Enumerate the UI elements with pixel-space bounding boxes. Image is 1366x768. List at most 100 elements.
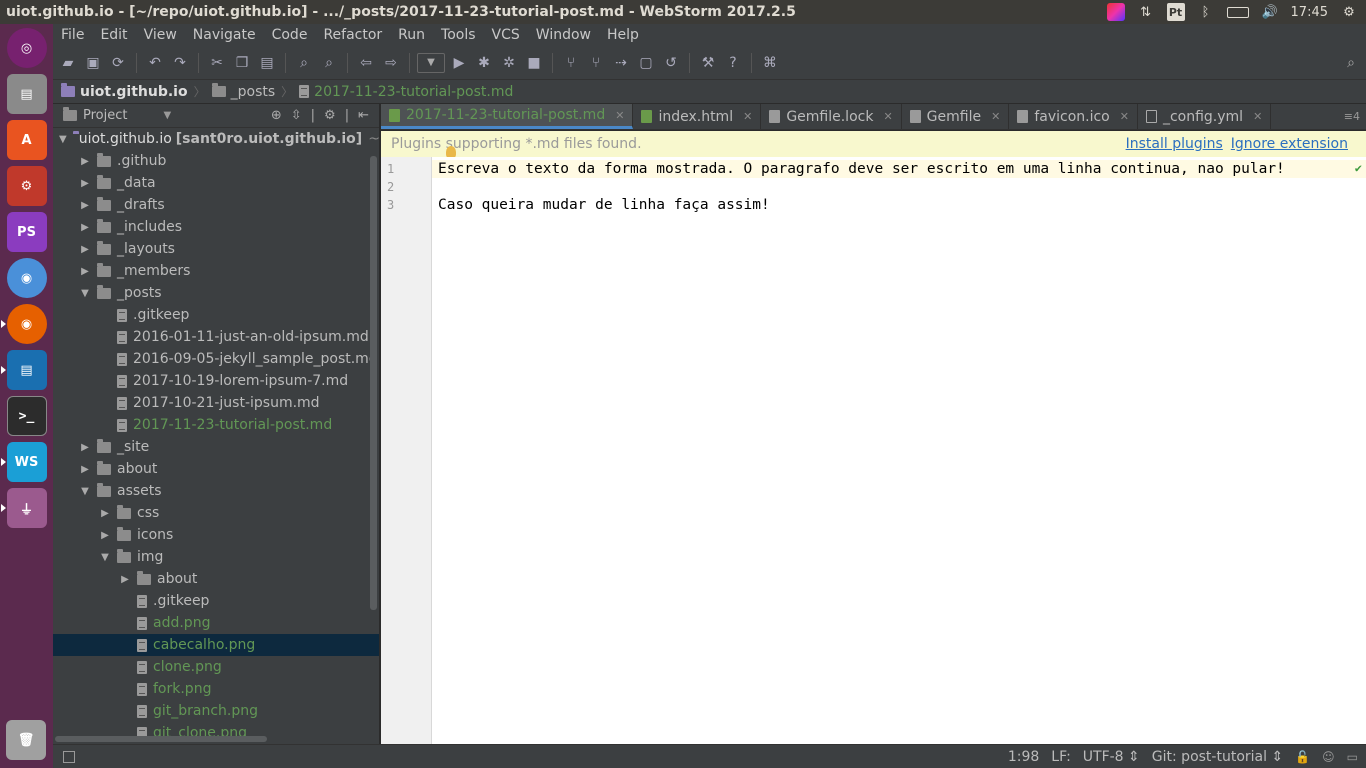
code-line[interactable] — [432, 178, 1366, 196]
menu-navigate[interactable]: Navigate — [185, 27, 264, 43]
tree-folder[interactable]: ▶ _data — [53, 172, 379, 194]
trash-icon[interactable]: 🗑 — [6, 720, 46, 760]
menu-view[interactable]: View — [136, 27, 185, 43]
tree-file[interactable]: ▶clone.png — [53, 656, 379, 678]
tree-file[interactable]: ▶git_branch.png — [53, 700, 379, 722]
collapse-arrow-icon[interactable]: ▶ — [79, 222, 91, 233]
tree-file[interactable]: ▶fork.png — [53, 678, 379, 700]
libreoffice-writer-icon[interactable]: ▤ — [0, 350, 47, 390]
close-tab-icon[interactable]: ✕ — [883, 110, 892, 123]
collapse-arrow-icon[interactable]: ▶ — [79, 244, 91, 255]
menu-help[interactable]: Help — [599, 27, 647, 43]
run-icon[interactable]: ▶ — [448, 52, 470, 74]
tree-folder[interactable]: ▶ _drafts — [53, 194, 379, 216]
close-tab-icon[interactable]: ✕ — [743, 110, 752, 123]
back-icon[interactable]: ⇦ — [355, 52, 377, 74]
tree-folder[interactable]: ▶ _layouts — [53, 238, 379, 260]
tree-file[interactable]: ▶2017-10-21-just-ipsum.md — [53, 392, 379, 414]
replace-icon[interactable]: ⌕ — [318, 52, 340, 74]
copy-icon[interactable]: ❐ — [231, 52, 253, 74]
editor-tab[interactable]: Gemfile ✕ — [902, 104, 1010, 129]
firefox-icon[interactable]: ◉ — [0, 304, 47, 344]
forward-icon[interactable]: ⇨ — [380, 52, 402, 74]
editor-tab[interactable]: Gemfile.lock ✕ — [761, 104, 902, 129]
close-tab-icon[interactable]: ✕ — [1253, 110, 1262, 123]
collapse-arrow-icon[interactable]: ▶ — [79, 464, 91, 475]
paste-icon[interactable]: ▤ — [256, 52, 278, 74]
search-everywhere-icon[interactable]: ⌕ — [1344, 52, 1366, 74]
terminal-icon[interactable]: >_ — [6, 396, 47, 436]
tree-file[interactable]: ▶2016-09-05-jekyll_sample_post.md — [53, 348, 379, 370]
editor-tab[interactable]: favicon.ico ✕ — [1009, 104, 1138, 129]
phpstorm-icon[interactable]: PS — [6, 212, 47, 252]
line-separator[interactable]: LF: — [1051, 749, 1070, 765]
tree-folder[interactable]: ▶ _includes — [53, 216, 379, 238]
caret-position[interactable]: 1:98 — [1008, 749, 1039, 765]
chrome-icon[interactable]: ◉ — [6, 258, 47, 298]
menu-file[interactable]: File — [53, 27, 92, 43]
code-line[interactable]: Escreva o texto da forma mostrada. O par… — [432, 160, 1366, 178]
plugin-icon[interactable]: ⌘ — [759, 52, 781, 74]
vcs-update-icon[interactable]: ⑂ — [560, 52, 582, 74]
locate-file-icon[interactable]: ⊕ — [271, 108, 282, 123]
chevron-down-icon[interactable]: ▼ — [163, 110, 171, 121]
menu-window[interactable]: Window — [528, 27, 599, 43]
bluetooth-icon[interactable]: ᛒ — [1197, 3, 1215, 21]
tree-file[interactable]: ▶.gitkeep — [53, 590, 379, 612]
tab-overflow-menu[interactable]: ≡ 4 — [1344, 104, 1366, 129]
editor-tab[interactable]: 2017-11-23-tutorial-post.md ✕ — [381, 104, 634, 129]
app-indicator-icon[interactable] — [1106, 3, 1125, 21]
collapse-arrow-icon[interactable]: ▶ — [119, 574, 131, 585]
usb-drive-icon[interactable]: ⏚ — [0, 488, 47, 528]
horizontal-scrollbar[interactable] — [55, 736, 267, 742]
tree-folder[interactable]: ▶ css — [53, 502, 379, 524]
stop-icon[interactable]: ■ — [523, 52, 545, 74]
file-encoding[interactable]: UTF-8 ⇕ — [1083, 749, 1140, 765]
code-area[interactable]: Escreva o texto da forma mostrada. O par… — [432, 157, 1366, 744]
synchronize-icon[interactable]: ⟳ — [107, 52, 129, 74]
tree-file[interactable]: ▶cabecalho.png — [53, 634, 379, 656]
tree-folder[interactable]: ▶ _members — [53, 260, 379, 282]
vcs-compare-icon[interactable]: ⇢ — [610, 52, 632, 74]
menu-edit[interactable]: Edit — [92, 27, 135, 43]
tree-folder[interactable]: ▶ about — [53, 458, 379, 480]
undo-icon[interactable]: ↶ — [144, 52, 166, 74]
breadcrumb-file[interactable]: 2017-11-23-tutorial-post.md — [299, 84, 513, 100]
tree-folder[interactable]: ▼ _posts — [53, 282, 379, 304]
tool-windows-toggle-icon[interactable] — [63, 750, 75, 763]
menu-refactor[interactable]: Refactor — [315, 27, 390, 43]
install-plugins-link[interactable]: Install plugins — [1126, 136, 1223, 152]
code-editor[interactable]: 1 2 3 Escreva o texto da forma mostrada.… — [381, 157, 1366, 744]
vcs-commit-icon[interactable]: ⑂ — [585, 52, 607, 74]
vcs-history-icon[interactable]: ▢ — [635, 52, 657, 74]
collapse-arrow-icon[interactable]: ▶ — [99, 508, 111, 519]
vertical-scrollbar[interactable] — [370, 156, 377, 610]
collapse-arrow-icon[interactable]: ▶ — [79, 200, 91, 211]
ignore-extension-link[interactable]: Ignore extension — [1231, 136, 1348, 152]
breadcrumb-root[interactable]: uiot.github.io — [61, 83, 188, 100]
volume-icon[interactable]: 🔊 — [1261, 3, 1279, 21]
run-configuration-dropdown[interactable]: ▼ — [417, 52, 445, 73]
code-line[interactable]: Caso queira mudar de linha faça assim! — [432, 196, 1366, 214]
battery-icon[interactable] — [1226, 6, 1249, 18]
system-gear-icon[interactable]: ⚙ — [1340, 3, 1358, 21]
cut-icon[interactable]: ✂ — [206, 52, 228, 74]
tree-folder[interactable]: ▶ .github — [53, 150, 379, 172]
menu-code[interactable]: Code — [264, 27, 316, 43]
collapse-arrow-icon[interactable]: ▶ — [79, 156, 91, 167]
redo-icon[interactable]: ↷ — [169, 52, 191, 74]
expand-arrow-icon[interactable]: ▼ — [79, 486, 91, 497]
coverage-icon[interactable]: ✲ — [498, 52, 520, 74]
collapse-arrow-icon[interactable]: ▶ — [79, 442, 91, 453]
vcs-revert-icon[interactable]: ↺ — [660, 52, 682, 74]
system-settings-icon[interactable]: ⚙ — [6, 166, 47, 206]
tree-folder[interactable]: ▶ about — [53, 568, 379, 590]
tree-file[interactable]: ▶2016-01-11-just-an-old-ipsum.md — [53, 326, 379, 348]
inspection-ok-icon[interactable]: ✔ — [1355, 161, 1362, 175]
tree-file[interactable]: ▶2017-11-23-tutorial-post.md — [53, 414, 379, 436]
menu-vcs[interactable]: VCS — [484, 27, 528, 43]
keyboard-layout-indicator[interactable]: Pt — [1166, 3, 1185, 21]
tree-folder[interactable]: ▼ img — [53, 546, 379, 568]
menu-run[interactable]: Run — [390, 27, 433, 43]
project-view-selector[interactable]: Project — [83, 108, 127, 123]
